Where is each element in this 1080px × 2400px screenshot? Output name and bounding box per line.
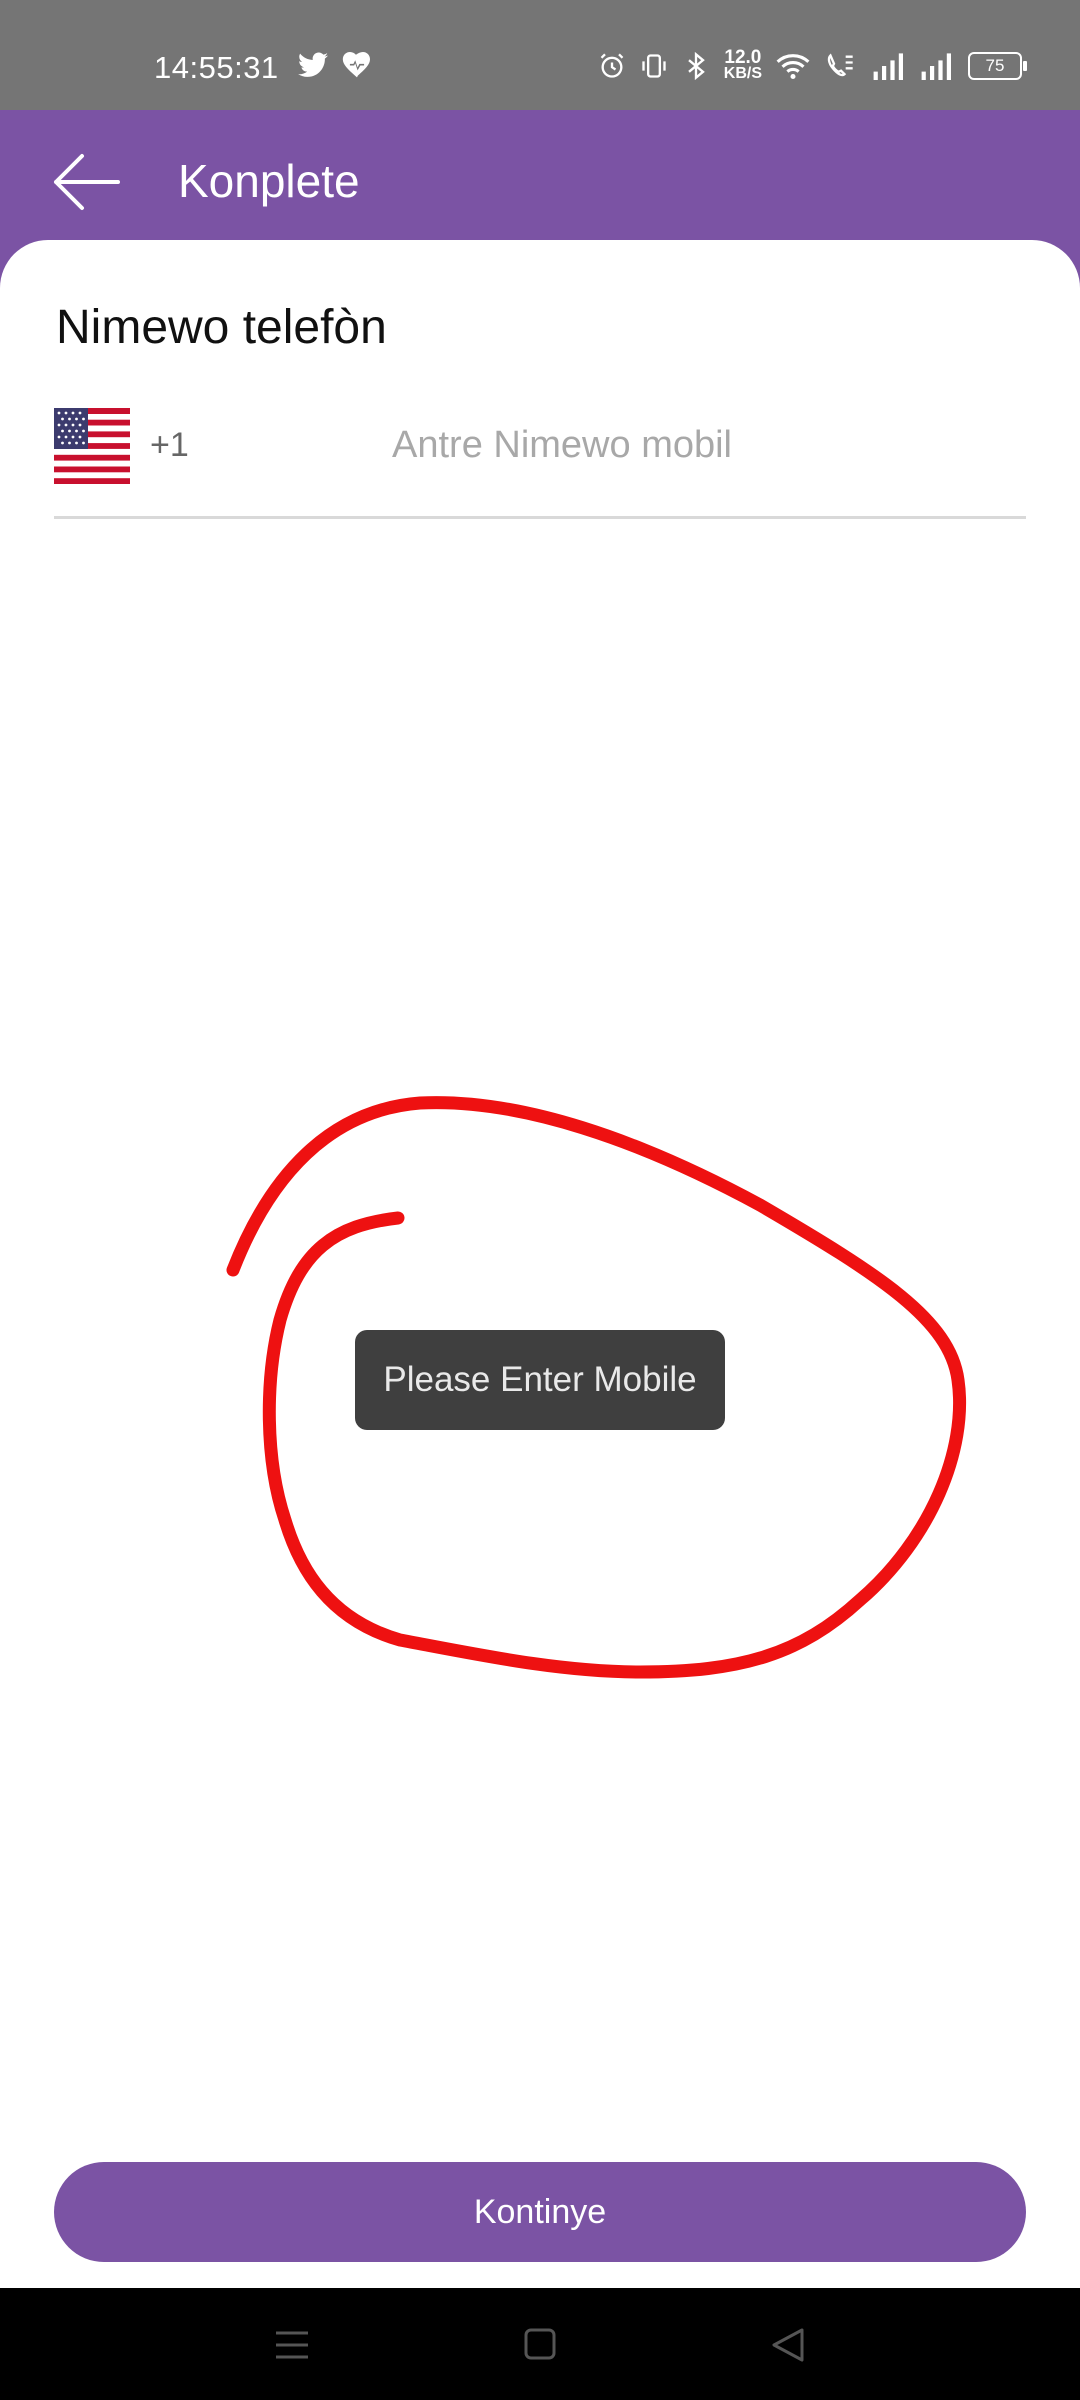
wifi-icon [776, 54, 810, 80]
signal-icon [873, 53, 903, 80]
status-time: 14:55:31 [154, 50, 279, 85]
bluetooth-icon [688, 52, 705, 80]
heart-icon [342, 52, 370, 78]
content-card: Nimewo telefòn +1 [0, 240, 1080, 2288]
toast-text: Please Enter Mobile [383, 1360, 697, 1399]
system-nav-bar [0, 2288, 1080, 2400]
status-bar: 14:55:31 12.0 KB/S 75 [0, 0, 1080, 110]
country-code[interactable]: +1 [150, 426, 189, 465]
us-flag-icon[interactable] [54, 408, 130, 484]
status-right-icons: 12.0 KB/S 75 [598, 47, 1027, 82]
status-left-icons [298, 52, 372, 78]
net-speed-value: 12.0 [724, 47, 762, 68]
section-title: Nimewo telefòn [56, 301, 387, 354]
phone-number-row: +1 [54, 408, 1026, 519]
volte-icon [827, 53, 853, 77]
net-speed-unit: KB/S [723, 65, 762, 82]
page-title: Konplete [178, 155, 360, 207]
menu-icon[interactable] [262, 2318, 322, 2372]
vibrate-icon [642, 54, 666, 78]
home-icon[interactable] [510, 2318, 570, 2372]
alarm-icon [600, 53, 624, 78]
app-bar: Konplete [0, 110, 1080, 240]
toast-message: Please Enter Mobile [355, 1330, 725, 1430]
signal-icon [921, 53, 951, 80]
continue-label: Kontinye [473, 2192, 607, 2231]
back-triangle-icon[interactable] [758, 2318, 818, 2372]
continue-button[interactable]: Kontinye [54, 2162, 1026, 2262]
phone-number-input[interactable] [390, 412, 1014, 478]
arrow-left-icon [54, 154, 120, 210]
net-speed: 12.0 KB/S [723, 47, 762, 82]
back-button[interactable] [50, 150, 130, 214]
battery-indicator: 75 [968, 52, 1027, 80]
twitter-icon [298, 52, 328, 77]
battery-level: 75 [985, 56, 1005, 75]
